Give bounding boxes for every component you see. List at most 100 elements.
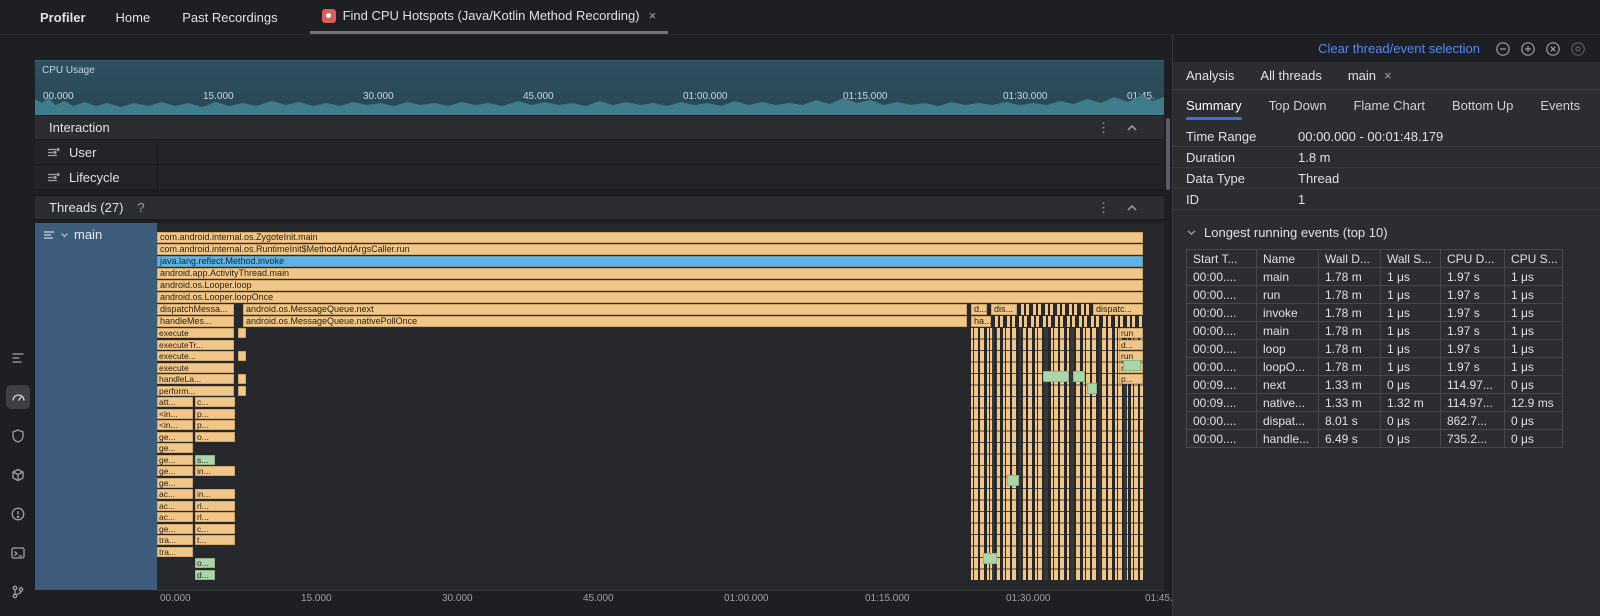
flame-frame[interactable]: d... bbox=[1119, 340, 1143, 350]
flame-frame[interactable]: p... bbox=[195, 409, 235, 419]
reset-zoom-icon[interactable] bbox=[1545, 41, 1561, 57]
flame-frame[interactable] bbox=[238, 386, 246, 396]
tab-home[interactable]: Home bbox=[116, 10, 151, 25]
flame-frame[interactable]: p... bbox=[1119, 374, 1143, 384]
track-row-user[interactable]: User bbox=[35, 140, 1164, 165]
flame-frame[interactable]: dispatchMessa... bbox=[157, 304, 234, 315]
column-header[interactable]: Name bbox=[1257, 250, 1319, 268]
flame-frame[interactable]: ge... bbox=[157, 466, 193, 476]
flame-frame-green[interactable] bbox=[1043, 371, 1069, 382]
flame-frames-dense[interactable] bbox=[995, 316, 1143, 327]
event-row[interactable]: 00:09....native...1.33 m1.32 m114.97...1… bbox=[1187, 394, 1563, 412]
column-header[interactable]: CPU S... bbox=[1505, 250, 1563, 268]
flame-frame[interactable]: ac... bbox=[157, 512, 193, 522]
kebab-menu-icon[interactable]: ⋮ bbox=[1097, 120, 1110, 136]
flame-frame[interactable]: executeTr... bbox=[157, 340, 234, 350]
flame-frame[interactable]: dis... bbox=[991, 304, 1017, 315]
flame-frame-green[interactable] bbox=[1087, 383, 1097, 394]
profiler-icon[interactable] bbox=[6, 385, 30, 409]
flame-frame[interactable]: android.os.MessageQueue.next bbox=[243, 304, 967, 315]
subtab-flame-chart[interactable]: Flame Chart bbox=[1353, 90, 1425, 120]
column-header[interactable]: Start T... bbox=[1187, 250, 1257, 268]
flame-frame-selected[interactable]: java.lang.reflect.Method.invoke bbox=[157, 256, 1143, 267]
subtab-events[interactable]: Events bbox=[1540, 90, 1580, 120]
column-header[interactable]: Wall D... bbox=[1319, 250, 1381, 268]
flame-frame[interactable]: o... bbox=[195, 558, 215, 568]
flame-frame[interactable]: <in... bbox=[157, 420, 193, 430]
flame-frames-dense[interactable] bbox=[971, 328, 1143, 580]
event-row[interactable]: 00:09....next1.33 m0 μs114.97...0 μs bbox=[1187, 376, 1563, 394]
flame-frame[interactable]: rl... bbox=[195, 501, 235, 511]
flame-frame[interactable]: ha... bbox=[971, 316, 991, 327]
subtab-top-down[interactable]: Top Down bbox=[1269, 90, 1327, 120]
event-row[interactable]: 00:00....invoke1.78 m1 μs1.97 s1 μs bbox=[1187, 304, 1563, 322]
event-row[interactable]: 00:00....run1.78 m1 μs1.97 s1 μs bbox=[1187, 286, 1563, 304]
flame-frame[interactable]: android.app.ActivityThread.main bbox=[157, 268, 1143, 279]
flame-frame[interactable]: tra... bbox=[157, 547, 193, 557]
flame-frame[interactable]: rl... bbox=[195, 512, 235, 522]
flame-frame[interactable]: c... bbox=[195, 524, 235, 534]
flame-frame[interactable]: p... bbox=[195, 420, 235, 430]
flame-frame[interactable] bbox=[238, 351, 246, 361]
event-row[interactable]: 00:00....loop1.78 m1 μs1.97 s1 μs bbox=[1187, 340, 1563, 358]
tab-past-recordings[interactable]: Past Recordings bbox=[182, 10, 277, 25]
collapse-icon[interactable] bbox=[1126, 120, 1138, 135]
event-row[interactable]: 00:00....dispat...8.01 s0 μs862.7...0 μs bbox=[1187, 412, 1563, 430]
flame-frame[interactable]: android.os.Looper.loop bbox=[157, 280, 1143, 291]
flame-frame[interactable]: execute bbox=[157, 328, 234, 338]
flame-frame[interactable]: in... bbox=[195, 489, 235, 499]
zoom-out-icon[interactable] bbox=[1495, 41, 1511, 57]
tab-main-thread[interactable]: main × bbox=[1348, 68, 1392, 83]
logcat-icon[interactable] bbox=[6, 346, 30, 370]
scrollbar-thumb[interactable] bbox=[1166, 118, 1170, 190]
flame-frame[interactable]: att... bbox=[157, 397, 193, 407]
flame-frame[interactable]: handleLa... bbox=[157, 374, 234, 384]
flame-frame[interactable]: ge... bbox=[157, 478, 193, 488]
flame-frame[interactable]: c... bbox=[195, 397, 235, 407]
longest-events-header[interactable]: Longest running events (top 10) bbox=[1186, 225, 1587, 240]
zoom-in-icon[interactable] bbox=[1520, 41, 1536, 57]
terminal-icon[interactable] bbox=[6, 541, 30, 565]
flame-frame[interactable]: in... bbox=[195, 466, 235, 476]
flame-frame[interactable]: ge... bbox=[157, 524, 193, 534]
event-row[interactable]: 00:00....main1.78 m1 μs1.97 s1 μs bbox=[1187, 322, 1563, 340]
clear-selection-link[interactable]: Clear thread/event selection bbox=[1318, 41, 1480, 56]
version-control-icon[interactable] bbox=[6, 580, 30, 604]
subtab-bottom-up[interactable]: Bottom Up bbox=[1452, 90, 1513, 120]
flame-frame[interactable]: ge... bbox=[157, 432, 193, 442]
flame-frame[interactable] bbox=[238, 328, 246, 338]
flame-frame[interactable]: com.android.internal.os.ZygoteInit.main bbox=[157, 232, 1143, 243]
flame-frame[interactable]: perform... bbox=[157, 386, 234, 396]
flame-frame[interactable]: com.android.internal.os.RuntimeInit$Meth… bbox=[157, 244, 1143, 255]
flame-frame[interactable]: android.os.MessageQueue.nativePollOnce bbox=[243, 316, 967, 327]
column-header[interactable]: Wall S... bbox=[1381, 250, 1441, 268]
subtab-summary[interactable]: Summary bbox=[1186, 90, 1242, 120]
thread-row-main[interactable]: main bbox=[35, 223, 157, 590]
kebab-menu-icon[interactable]: ⋮ bbox=[1097, 200, 1110, 216]
flame-frame[interactable]: android.os.Looper.loopOnce bbox=[157, 292, 1143, 303]
track-row-lifecycle[interactable]: Lifecycle bbox=[35, 165, 1164, 190]
flame-frame[interactable]: s... bbox=[195, 455, 215, 465]
flame-frame[interactable]: handleMes... bbox=[157, 316, 234, 327]
vertical-scrollbar[interactable] bbox=[1164, 60, 1172, 616]
flame-frame[interactable]: execute... bbox=[157, 351, 234, 361]
collapse-icon[interactable] bbox=[1126, 200, 1138, 215]
flame-frame[interactable]: tra... bbox=[157, 535, 193, 545]
flame-frame-green[interactable] bbox=[1007, 475, 1019, 486]
column-header[interactable]: CPU D... bbox=[1441, 250, 1505, 268]
flame-frame[interactable]: ac... bbox=[157, 489, 193, 499]
flame-frame[interactable]: ge... bbox=[157, 443, 193, 453]
flame-frame[interactable]: t... bbox=[195, 535, 235, 545]
close-icon[interactable]: × bbox=[1384, 68, 1392, 83]
flame-frames-dense[interactable] bbox=[1021, 304, 1089, 315]
event-row[interactable]: 00:00....main1.78 m1 μs1.97 s1 μs bbox=[1187, 268, 1563, 286]
flame-frame[interactable]: run bbox=[1119, 328, 1143, 338]
flame-frame[interactable]: d... bbox=[195, 570, 215, 580]
flame-frame[interactable]: execute bbox=[157, 363, 234, 373]
zoom-to-selection-icon[interactable] bbox=[1570, 41, 1586, 57]
flame-frame[interactable] bbox=[238, 374, 246, 384]
flame-frame[interactable]: d... bbox=[971, 304, 987, 315]
flame-frame[interactable]: ac... bbox=[157, 501, 193, 511]
flame-frame[interactable]: ge... bbox=[157, 455, 193, 465]
close-icon[interactable]: × bbox=[649, 8, 657, 23]
